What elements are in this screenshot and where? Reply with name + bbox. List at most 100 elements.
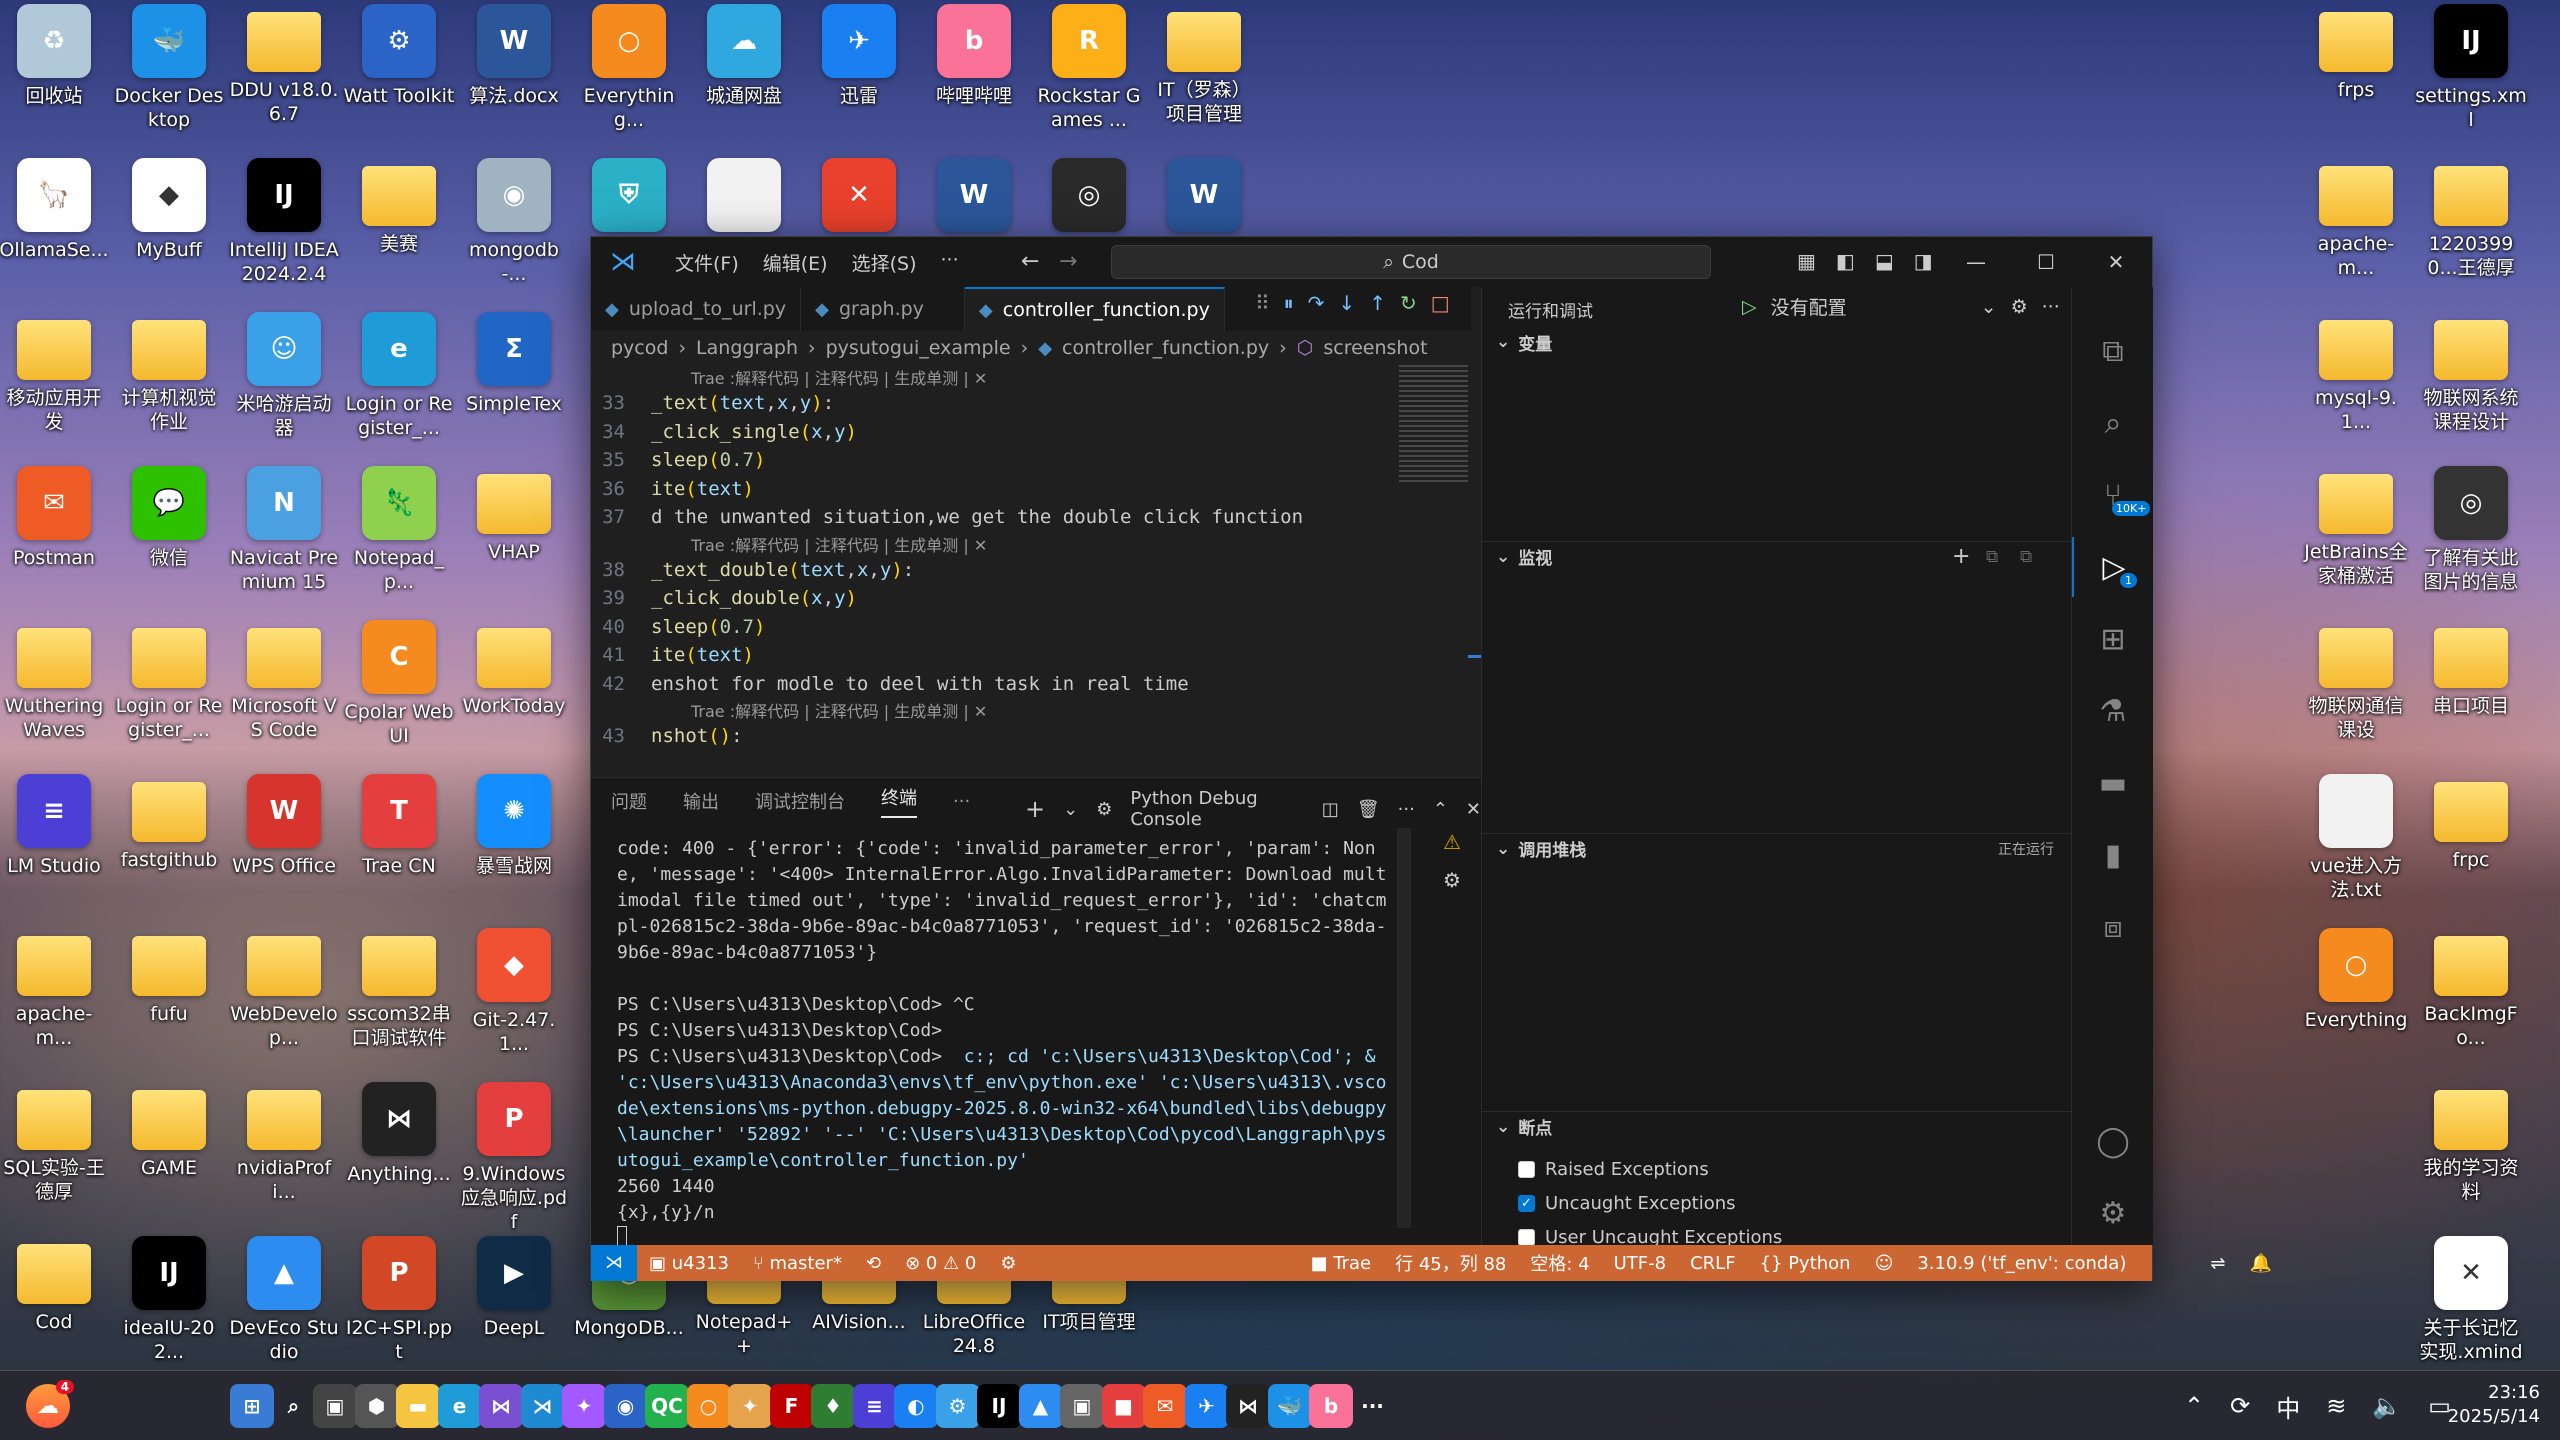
taskbar-bilibili-icon[interactable]: b (1309, 1384, 1353, 1428)
desktop-icon-fufu[interactable]: fufu (113, 928, 225, 1026)
desktop-icon-ddu[interactable]: DDU v18.0.6.7 (228, 4, 340, 126)
settings-gear-icon[interactable]: ⚙ (2072, 1183, 2154, 1243)
code-line[interactable]: 40 sleep(0.7) (591, 613, 1481, 642)
desktop-icon-wdh[interactable]: 12203990...王德厚 (2415, 158, 2527, 280)
collapse-all-icon[interactable]: ⧉ (1986, 547, 1998, 567)
desktop-icon-cod[interactable]: Cod (0, 1236, 110, 1334)
desktop-icon-fastgithub[interactable]: fastgithub (113, 774, 225, 872)
desktop-icon-frps[interactable]: frps (2300, 4, 2412, 102)
desktop-icon-apache2[interactable]: apache-m... (2300, 158, 2412, 280)
taskbar-task-view-icon[interactable]: ▣ (313, 1384, 357, 1428)
desktop-icon-docx1[interactable]: W 算法.docx (458, 4, 570, 108)
tab-controller-function[interactable]: ◆ controller_function.py (964, 287, 1225, 331)
taskbar-figma2-icon[interactable]: ✦ (728, 1384, 772, 1428)
split-terminal-icon[interactable]: ◫ (1322, 799, 1339, 820)
chevron-down-icon[interactable]: ⌄ (1981, 296, 1997, 318)
desktop-icon-deepl[interactable]: ▶ DeepL (458, 1236, 570, 1340)
desktop-icon-xunlei[interactable]: ✈ 迅雷 (803, 4, 915, 108)
status-language[interactable]: {} Python (1748, 1253, 1863, 1274)
remote-indicator[interactable]: ⋊ (591, 1245, 637, 1281)
checkbox[interactable]: ✓ (1518, 1195, 1535, 1212)
menu-item[interactable]: 编辑(E) (751, 249, 840, 276)
maximize-button[interactable]: ☐ (2011, 237, 2081, 287)
desktop-icon-apache1[interactable]: apache-m... (0, 928, 110, 1050)
menu-item[interactable]: ··· (929, 249, 971, 276)
panel-tab[interactable]: 终端 (881, 784, 917, 818)
status-indent[interactable]: 空格: 4 (1518, 1250, 1601, 1276)
run-debug-icon[interactable]: ▷ 1 (2072, 537, 2154, 597)
code-line[interactable]: 33 _text(text,x,y): (591, 389, 1481, 418)
panel-tab[interactable]: ··· (953, 791, 970, 812)
desktop-icon-iotcomm[interactable]: 物联网通信课设 (2300, 620, 2412, 742)
minimize-button[interactable]: — (1941, 237, 2011, 287)
debug-terminal-icon[interactable]: ⚙ (1443, 868, 1461, 892)
breadcrumb-item[interactable]: pysutogui_example (826, 337, 1011, 359)
editor-scrollbar[interactable] (1468, 365, 1481, 757)
toggle-secondary-sidebar-icon[interactable]: ◨ (1914, 249, 1933, 273)
search-icon[interactable]: ⌕ (2072, 393, 2154, 453)
desktop-icon-studyres[interactable]: 我的学习资料 (2415, 1082, 2527, 1204)
desktop-icon-frpc[interactable]: frpc (2415, 774, 2527, 872)
code-line[interactable]: 34 _click_single(x,y) (591, 418, 1481, 447)
breadcrumb-item[interactable]: controller_function.py (1062, 337, 1269, 359)
desktop-icon-rockstar[interactable]: R Rockstar Games ... (1033, 4, 1145, 132)
taskbar-start-icon[interactable]: ⊞ (230, 1384, 274, 1428)
notebook-icon[interactable]: ▮ (2072, 825, 2154, 885)
taskbar-search-icon[interactable]: ⌕ (272, 1384, 316, 1428)
taskbar-qq-music-icon[interactable]: QC (645, 1384, 689, 1428)
start-debug-icon[interactable]: ▷ (1742, 296, 1757, 318)
add-watch-icon[interactable]: + (1952, 544, 1970, 569)
drag-handle-icon[interactable]: ⠿ (1255, 291, 1270, 315)
desktop-icon-vhap[interactable]: VHAP (458, 466, 570, 564)
step-out-icon[interactable]: ↑ (1369, 291, 1386, 315)
desktop-icon-cvjob[interactable]: 计算机视觉作业 (113, 312, 225, 434)
toggle-sidebar-icon[interactable]: ◧ (1836, 249, 1855, 273)
desktop-icon-tradecn[interactable]: T Trae CN (343, 774, 455, 878)
breadcrumb-item[interactable]: pycod (611, 337, 668, 359)
desktop-icon-edge[interactable]: e Login or Register_... (343, 312, 455, 440)
taskbar-intellij-icon[interactable]: IJ (977, 1384, 1021, 1428)
desktop-icon-pdf[interactable]: P 9.Windows应急响应.pdf (458, 1082, 570, 1234)
desktop-icon-everything2[interactable]: ○ Everything (2300, 928, 2412, 1032)
code-line[interactable]: 42 enshot for modle to deel with task in … (591, 670, 1481, 699)
desktop-icon-anything[interactable]: ⋈ Anything... (343, 1082, 455, 1186)
step-over-icon[interactable]: ↷ (1308, 291, 1325, 315)
taskbar-anything-icon[interactable]: ⋈ (1226, 1384, 1270, 1428)
desktop-icon-mihoyo[interactable]: ☺ 米哈游启动器 (228, 312, 340, 440)
desktop-icon-docker[interactable]: 🐳 Docker Desktop (113, 4, 225, 132)
desktop-icon-deveco[interactable]: ▲ DevEco Studio (228, 1236, 340, 1364)
terminal-scrollbar[interactable] (1397, 828, 1411, 1228)
maximize-panel-icon[interactable]: ⌃ (1433, 799, 1448, 820)
taskbar-postman-icon[interactable]: ✉ (1143, 1384, 1187, 1428)
stop-icon[interactable]: □ (1431, 291, 1450, 315)
taskbar-xunlei-icon[interactable]: ✈ (1184, 1384, 1229, 1428)
extensions-icon[interactable]: ⊞ (2072, 609, 2154, 669)
close-button[interactable]: ✕ (2081, 237, 2151, 287)
testing-icon[interactable]: ⚗ (2072, 681, 2154, 741)
run-config-select[interactable]: 没有配置 (1771, 293, 1847, 320)
taskbar-more-icon[interactable]: ··· (1351, 1384, 1395, 1428)
code-line[interactable]: 37 d the unwanted situation,we get the do… (591, 503, 1481, 532)
status-eol[interactable]: CRLF (1678, 1253, 1747, 1274)
step-into-icon[interactable]: ↓ (1338, 291, 1355, 315)
panel-tab[interactable]: 调试控制台 (755, 788, 845, 814)
code-line[interactable]: 43 nshot(): (591, 722, 1481, 751)
warning-icon[interactable]: ⚠ (1443, 830, 1461, 854)
status-encoding[interactable]: UTF-8 (1602, 1253, 1678, 1274)
desktop-icon-wechat[interactable]: 💬 微信 (113, 466, 225, 570)
ime-indicator[interactable]: 中 (2276, 1389, 2300, 1424)
desktop-icon-webdev[interactable]: WebDevelop... (228, 928, 340, 1050)
weather-widget[interactable]: ☁ 4 (26, 1380, 74, 1428)
clock[interactable]: 23:16 2025/5/14 (2448, 1381, 2540, 1429)
more-actions-icon[interactable]: ··· (2042, 296, 2060, 318)
code-line[interactable]: 39 _click_double(x,y) (591, 584, 1481, 613)
desktop-icon-notepadp[interactable]: 🦎 Notepad_p... (343, 466, 455, 594)
desktop-icon-blank[interactable] (688, 158, 800, 232)
code-editor[interactable]: Trae :解释代码 | 注释代码 | 生成单测 | ✕ 33 _text(text… (591, 365, 1481, 757)
desktop-icon-simpletex[interactable]: Σ SimpleTex (458, 312, 570, 416)
restart-icon[interactable]: ↻ (1400, 291, 1417, 315)
panel-tab[interactable]: 输出 (683, 788, 719, 814)
minimap[interactable] (1399, 365, 1469, 485)
desktop-icon-mybuff[interactable]: ◆ MyBuff (113, 158, 225, 262)
desktop-icon-game[interactable]: GAME (113, 1082, 225, 1180)
